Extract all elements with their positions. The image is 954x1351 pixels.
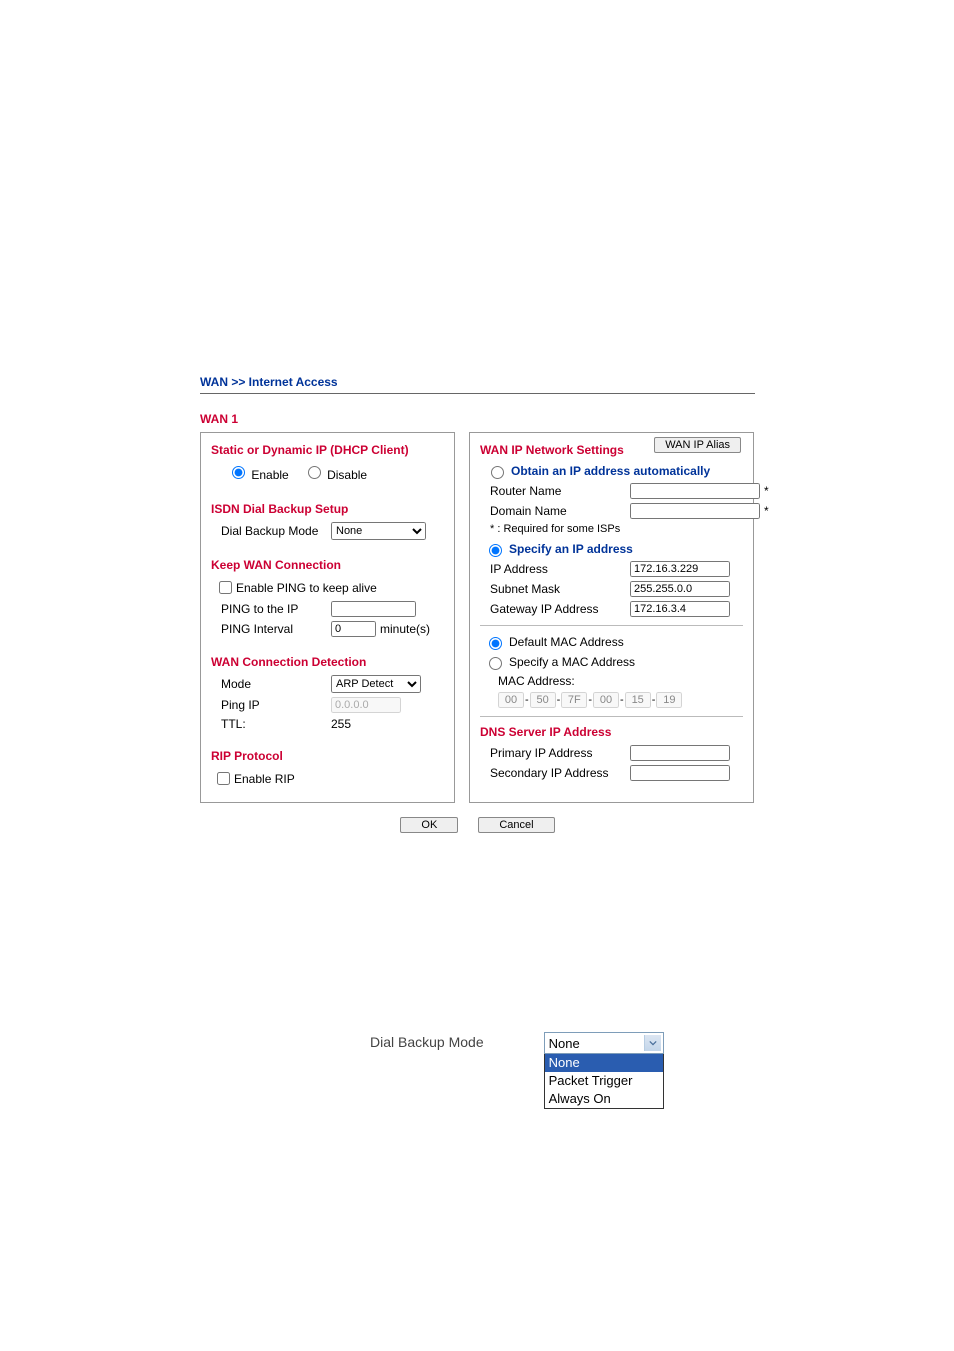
ping-ip-label: Ping IP xyxy=(221,698,331,712)
subnet-mask-label: Subnet Mask xyxy=(490,582,630,596)
domain-name-input[interactable] xyxy=(630,503,760,519)
enable-label: Enable xyxy=(251,468,288,482)
ping-ip-input[interactable] xyxy=(331,697,401,713)
dropdown-label: Dial Backup Mode xyxy=(370,1034,484,1050)
obtain-ip-radio[interactable] xyxy=(491,466,504,479)
wan-ip-alias-button[interactable]: WAN IP Alias xyxy=(654,437,741,453)
dropdown-selected[interactable]: None xyxy=(544,1032,664,1054)
specify-mac-radio[interactable] xyxy=(489,657,502,670)
default-mac-radio[interactable] xyxy=(489,637,502,650)
enable-ping-label: Enable PING to keep alive xyxy=(236,581,377,595)
primary-dns-input[interactable] xyxy=(630,745,730,761)
ip-address-label: IP Address xyxy=(490,562,630,576)
left-panel: Static or Dynamic IP (DHCP Client) Enabl… xyxy=(200,432,455,803)
inner-separator xyxy=(480,625,743,626)
ping-to-ip-label: PING to the IP xyxy=(221,602,331,616)
detection-mode-label: Mode xyxy=(221,677,331,691)
gateway-ip-label: Gateway IP Address xyxy=(490,602,630,616)
dropdown-option-always-on[interactable]: Always On xyxy=(545,1090,663,1108)
enable-ping-checkbox[interactable] xyxy=(219,581,232,594)
ping-interval-label: PING Interval xyxy=(221,622,331,636)
specify-ip-label: Specify an IP address xyxy=(509,542,633,556)
ok-button[interactable]: OK xyxy=(400,817,458,833)
mac-input-0[interactable] xyxy=(498,692,524,708)
ping-interval-unit: minute(s) xyxy=(380,622,430,636)
dropdown-option-none[interactable]: None xyxy=(545,1054,663,1072)
specify-ip-radio[interactable] xyxy=(489,544,502,557)
primary-dns-label: Primary IP Address xyxy=(490,746,630,760)
mac-input-2[interactable] xyxy=(561,692,587,708)
dropdown-list: None Packet Trigger Always On xyxy=(544,1054,664,1109)
domain-name-label: Domain Name xyxy=(490,504,630,518)
router-name-star: * xyxy=(764,484,769,498)
obtain-ip-label: Obtain an IP address automatically xyxy=(511,464,710,478)
mac-input-1[interactable] xyxy=(530,692,556,708)
dropdown-option-packet-trigger[interactable]: Packet Trigger xyxy=(545,1072,663,1090)
mac-address-label: MAC Address: xyxy=(498,674,743,688)
enable-rip-label: Enable RIP xyxy=(234,772,295,786)
keep-wan-title: Keep WAN Connection xyxy=(211,558,444,572)
mac-input-3[interactable] xyxy=(593,692,619,708)
required-note: * : Required for some ISPs xyxy=(490,523,743,535)
gateway-ip-input[interactable] xyxy=(630,601,730,617)
breadcrumb-separator xyxy=(200,393,755,394)
router-name-label: Router Name xyxy=(490,484,630,498)
inner-separator-2 xyxy=(480,716,743,717)
wan-detection-title: WAN Connection Detection xyxy=(211,655,444,669)
ip-address-input[interactable] xyxy=(630,561,730,577)
dropdown-selected-text: None xyxy=(549,1036,580,1051)
wan-title: WAN 1 xyxy=(200,412,755,426)
default-mac-label: Default MAC Address xyxy=(509,635,624,649)
ping-interval-input[interactable] xyxy=(331,621,376,637)
disable-label: Disable xyxy=(327,468,367,482)
chevron-down-icon xyxy=(644,1035,661,1051)
enable-rip-checkbox[interactable] xyxy=(217,772,230,785)
specify-mac-label: Specify a MAC Address xyxy=(509,655,635,669)
disable-radio[interactable]: Disable xyxy=(303,463,367,482)
static-dynamic-title: Static or Dynamic IP (DHCP Client) xyxy=(211,443,444,457)
subnet-mask-input[interactable] xyxy=(630,581,730,597)
detection-mode-select[interactable]: ARP Detect xyxy=(331,675,421,693)
ping-to-ip-input[interactable] xyxy=(331,601,416,617)
right-panel: WAN IP Network Settings WAN IP Alias Obt… xyxy=(469,432,754,803)
ttl-value: 255 xyxy=(331,717,444,731)
isdn-title: ISDN Dial Backup Setup xyxy=(211,502,444,516)
mac-input-4[interactable] xyxy=(625,692,651,708)
domain-name-star: * xyxy=(764,504,769,518)
ttl-label: TTL: xyxy=(221,717,331,731)
breadcrumb: WAN >> Internet Access xyxy=(200,375,755,389)
enable-radio[interactable]: Enable xyxy=(227,463,289,482)
dial-backup-mode-label: Dial Backup Mode xyxy=(221,524,331,538)
secondary-dns-input[interactable] xyxy=(630,765,730,781)
dial-backup-mode-select[interactable]: None xyxy=(331,522,426,540)
router-name-input[interactable] xyxy=(630,483,760,499)
cancel-button[interactable]: Cancel xyxy=(478,817,554,833)
mac-input-5[interactable] xyxy=(656,692,682,708)
mac-address-inputs: - - - - - xyxy=(498,692,743,708)
rip-title: RIP Protocol xyxy=(211,749,444,763)
dns-title: DNS Server IP Address xyxy=(480,725,743,739)
secondary-dns-label: Secondary IP Address xyxy=(490,766,630,780)
